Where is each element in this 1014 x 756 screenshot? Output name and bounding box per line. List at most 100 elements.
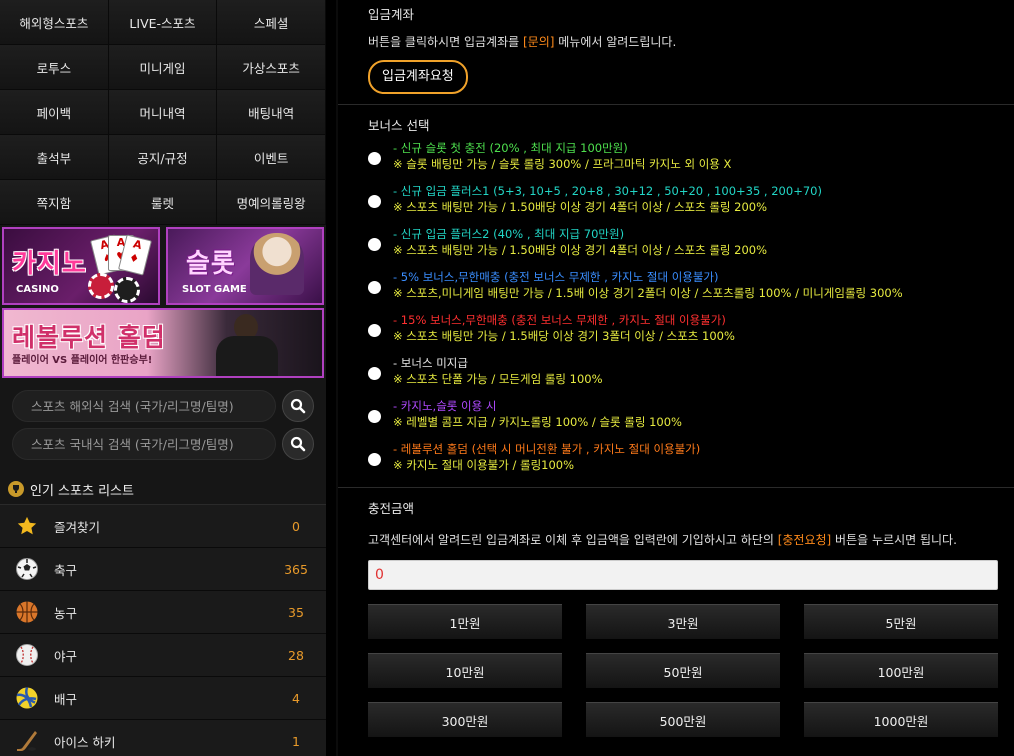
bonus-option[interactable]: - 5% 보너스,무한매충 (충전 보너스 무제한 , 카지노 절대 이용불가)…	[338, 269, 1014, 307]
nav-item-overseas-sports[interactable]: 해외형스포츠	[0, 0, 109, 45]
deposit-account-title: 입금계좌	[368, 7, 415, 22]
bonus-option-title: - 신규 입금 플러스1 (5+3, 10+5 , 20+8 , 30+12 ,…	[393, 184, 822, 198]
bonus-option-note: ※ 카지노 절대 이용불가 / 롤링100%	[393, 458, 575, 472]
search-icon	[290, 398, 306, 414]
nav-item-payback[interactable]: 페이백	[0, 90, 109, 135]
holdem-banner-subtitle: 플레이어 VS 플레이어 한판승부!	[12, 355, 153, 366]
bonus-option-note: ※ 스포츠 배팅만 가능 / 1.5배당 이상 경기 3폴더 이상 / 스포츠 …	[393, 329, 735, 343]
bonus-radio[interactable]	[368, 152, 381, 165]
desc-text: 버튼을 누르시면 됩니다.	[831, 533, 957, 547]
nav-item-special[interactable]: 스페셜	[217, 0, 326, 45]
poker-player-icon	[212, 312, 282, 376]
bonus-option-note: ※ 스포츠 배팅만 가능 / 1.50배당 이상 경기 4폴더 이상 / 스포츠…	[393, 243, 768, 257]
sport-item-volleyball[interactable]: 배구 4	[0, 677, 326, 720]
nav-grid: 해외형스포츠 LIVE-스포츠 스페셜 로투스 미니게임 가상스포츠 페이백 머…	[0, 0, 326, 225]
baseball-icon	[14, 642, 40, 668]
bonus-option-note: ※ 레벨별 콤프 지급 / 카지노롤링 100% / 슬롯 롤링 100%	[393, 415, 682, 429]
sport-name: 배구	[54, 691, 78, 707]
bonus-option-title: - 카지노,슬롯 이용 시	[393, 399, 497, 413]
zeus-figure-icon	[250, 233, 304, 295]
bonus-option[interactable]: - 카지노,슬롯 이용 시 ※ 레벨별 콤프 지급 / 카지노롤링 100% / …	[338, 398, 1014, 436]
bonus-radio[interactable]	[368, 195, 381, 208]
desc-text: 버튼을 클릭하시면 입금계좌를	[368, 35, 523, 49]
bonus-option-title: - 레볼루션 홀덤 (선택 시 머니전환 불가 , 카지노 절대 이용불가)	[393, 442, 701, 456]
hockey-icon	[14, 728, 40, 754]
overseas-search-button[interactable]	[282, 390, 314, 422]
bonus-radio[interactable]	[368, 453, 381, 466]
casino-banner-title: 카지노	[12, 249, 87, 279]
nav-item-bet-history[interactable]: 배팅내역	[217, 90, 326, 135]
nav-item-messages[interactable]: 쪽지함	[0, 180, 109, 225]
sport-count: 28	[288, 647, 304, 663]
bonus-radio[interactable]	[368, 238, 381, 251]
amount-button-50k[interactable]: 5만원	[804, 604, 998, 639]
bonus-section: 보너스 선택 - 신규 슬롯 첫 충전 (20% , 최대 지급 100만원) ※…	[338, 105, 1014, 488]
nav-item-roulette[interactable]: 룰렛	[108, 180, 218, 225]
deposit-account-section: 입금계좌 버튼을 클릭하시면 입금계좌를 [문의] 메뉴에서 알려드립니다. 입…	[338, 0, 1014, 105]
sport-count: 0	[292, 518, 300, 534]
sport-count: 4	[292, 690, 300, 706]
nav-item-events[interactable]: 이벤트	[217, 135, 326, 180]
sport-item-baseball[interactable]: 야구 28	[0, 634, 326, 677]
domestic-search-button[interactable]	[282, 428, 314, 460]
nav-item-minigame[interactable]: 미니게임	[108, 45, 218, 90]
search-block	[0, 378, 326, 460]
request-account-button[interactable]: 입금계좌요청	[368, 60, 468, 94]
bonus-radio[interactable]	[368, 281, 381, 294]
amount-button-10k[interactable]: 1만원	[368, 604, 562, 639]
bonus-option-note: ※ 스포츠 배팅만 가능 / 1.50배당 이상 경기 4폴더 이상 / 스포츠…	[393, 200, 768, 214]
charge-title: 충전금액	[368, 501, 415, 516]
amount-button-30k[interactable]: 3만원	[586, 604, 780, 639]
bonus-radio[interactable]	[368, 367, 381, 380]
sport-name: 축구	[54, 562, 78, 578]
amount-button-3m[interactable]: 300만원	[368, 702, 562, 737]
holdem-banner-title: 레볼루션 홀덤	[12, 323, 166, 352]
amount-button-100k[interactable]: 10만원	[368, 653, 562, 688]
deposit-account-desc: 버튼을 클릭하시면 입금계좌를 [문의] 메뉴에서 알려드립니다.	[368, 33, 1014, 50]
charge-desc: 고객센터에서 알려드린 입금계좌로 이체 후 입금액을 입력란에 기입하시고 하…	[368, 531, 1014, 548]
bonus-option-title: - 신규 슬롯 첫 충전 (20% , 최대 지급 100만원)	[393, 141, 628, 155]
banner-area: 카지노 CASINO A♠ A♥ A♦ 슬롯 SLOT GAME 레볼루션 홀덤…	[0, 225, 326, 378]
amount-button-10m[interactable]: 1000만원	[804, 702, 998, 737]
nav-item-attendance[interactable]: 출석부	[0, 135, 109, 180]
nav-item-virtual-sports[interactable]: 가상스포츠	[217, 45, 326, 90]
sport-item-favorites[interactable]: 즐겨찾기 0	[0, 505, 326, 548]
bonus-option[interactable]: - 레볼루션 홀덤 (선택 시 머니전환 불가 , 카지노 절대 이용불가) ※ …	[338, 441, 1014, 479]
amount-button-500k[interactable]: 50만원	[586, 653, 780, 688]
sport-item-ice-hockey[interactable]: 아이스 하키 1	[0, 720, 326, 756]
bonus-option-note: ※ 스포츠,미니게임 배팅만 가능 / 1.5배 이상 경기 2폴더 이상 / …	[393, 286, 903, 300]
nav-item-lotus[interactable]: 로투스	[0, 45, 109, 90]
bonus-option[interactable]: - 신규 입금 플러스2 (40% , 최대 지급 70만원) ※ 스포츠 배팅만…	[338, 226, 1014, 264]
nav-item-rolling-hall-of-fame[interactable]: 명예의롤링왕	[217, 180, 326, 225]
sport-name: 즐겨찾기	[54, 519, 101, 535]
desc-text: 메뉴에서 알려드립니다.	[554, 35, 677, 49]
casino-banner[interactable]: 카지노 CASINO A♠ A♥ A♦	[2, 227, 160, 305]
bonus-option[interactable]: - 15% 보너스,무한매충 (충전 보너스 무제한 , 카지노 절대 이용불가…	[338, 312, 1014, 350]
slot-banner-subtitle: SLOT GAME	[182, 284, 247, 295]
popular-sports-header: 인기 스포츠 리스트	[0, 474, 326, 505]
sports-list: 즐겨찾기 0 축구 365 농구 35 야구 28 배구 4 아이스 하키 1	[0, 505, 326, 756]
sport-count: 35	[288, 604, 304, 620]
star-icon	[14, 513, 40, 539]
volleyball-icon	[14, 685, 40, 711]
deposit-main: 입금계좌 버튼을 클릭하시면 입금계좌를 [문의] 메뉴에서 알려드립니다. 입…	[338, 0, 1014, 756]
nav-item-notice-rules[interactable]: 공지/규정	[108, 135, 218, 180]
bonus-option-title: - 신규 입금 플러스2 (40% , 최대 지급 70만원)	[393, 227, 625, 241]
nav-item-live-sports[interactable]: LIVE-스포츠	[108, 0, 218, 45]
bonus-radio[interactable]	[368, 324, 381, 337]
bonus-title: 보너스 선택	[368, 118, 430, 133]
sport-item-basketball[interactable]: 농구 35	[0, 591, 326, 634]
sport-item-soccer[interactable]: 축구 365	[0, 548, 326, 591]
domestic-search-input[interactable]	[12, 428, 276, 460]
overseas-search-input[interactable]	[12, 390, 276, 422]
amount-button-5m[interactable]: 500만원	[586, 702, 780, 737]
nav-item-money-history[interactable]: 머니내역	[108, 90, 218, 135]
amount-button-1m[interactable]: 100만원	[804, 653, 998, 688]
charge-amount-input[interactable]	[368, 560, 998, 590]
holdem-banner[interactable]: 레볼루션 홀덤 플레이어 VS 플레이어 한판승부!	[2, 308, 324, 378]
slot-banner[interactable]: 슬롯 SLOT GAME	[166, 227, 324, 305]
bonus-option[interactable]: - 신규 슬롯 첫 충전 (20% , 최대 지급 100만원) ※ 슬롯 배팅만…	[338, 140, 1014, 178]
bonus-option[interactable]: - 신규 입금 플러스1 (5+3, 10+5 , 20+8 , 30+12 ,…	[338, 183, 1014, 221]
bonus-radio[interactable]	[368, 410, 381, 423]
bonus-option[interactable]: - 보너스 미지급 ※ 스포츠 단폴 가능 / 모든게임 롤링 100%	[338, 355, 1014, 393]
